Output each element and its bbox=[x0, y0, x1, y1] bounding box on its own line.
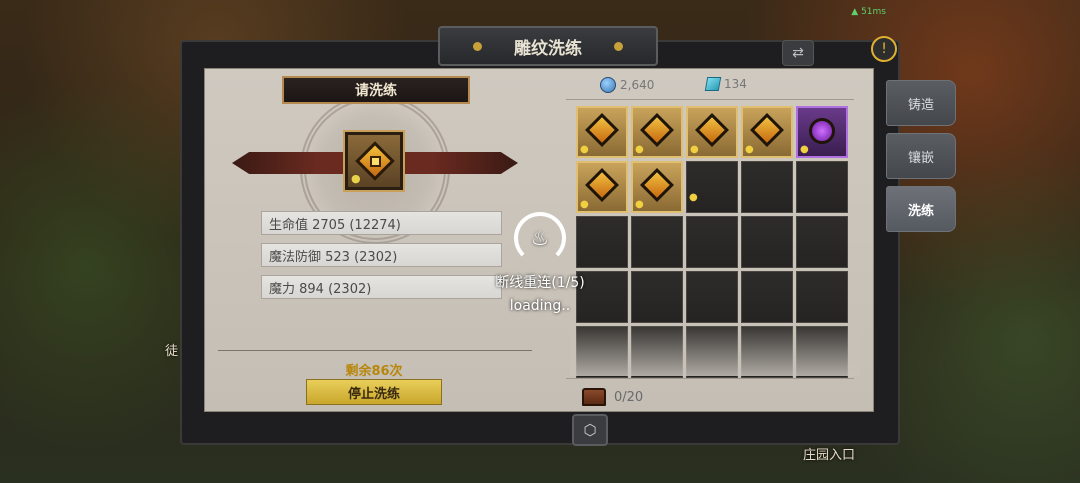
equipped-person-icon: ● bbox=[689, 192, 698, 203]
dialog-title-plate: 雕纹洗练 bbox=[438, 26, 658, 66]
inventory-slot[interactable] bbox=[796, 326, 848, 378]
inventory-slot[interactable] bbox=[686, 326, 738, 378]
equipped-person-icon: ● bbox=[635, 199, 644, 210]
inventory-slot[interactable]: ● bbox=[796, 106, 848, 158]
stat-row-magic-defense: 魔法防御 523 (2302) bbox=[261, 243, 502, 267]
gold-gem-icon bbox=[640, 168, 674, 202]
ping-value: 51ms bbox=[861, 7, 886, 17]
coin-balance: 2,640 bbox=[600, 77, 654, 93]
inventory-slot[interactable] bbox=[686, 271, 738, 323]
inventory-slot[interactable] bbox=[796, 216, 848, 268]
stat-row-magic-power: 魔力 894 (2302) bbox=[261, 275, 502, 299]
gold-gem-icon bbox=[750, 113, 784, 147]
inventory-top-divider bbox=[566, 99, 854, 100]
bag-capacity-text: 0/20 bbox=[614, 389, 644, 405]
inventory-slot[interactable] bbox=[631, 271, 683, 323]
inventory-slot[interactable] bbox=[741, 271, 793, 323]
left-divider bbox=[218, 350, 532, 351]
equipped-person-icon: ● bbox=[800, 144, 809, 155]
title-ornament-left bbox=[473, 41, 482, 51]
inventory-slot[interactable] bbox=[741, 161, 793, 213]
inventory-slot[interactable]: ● bbox=[631, 161, 683, 213]
gold-gem-icon bbox=[695, 113, 729, 147]
crystal-balance: 134 bbox=[704, 77, 747, 91]
equipped-person-icon: ● bbox=[745, 144, 754, 155]
inventory-slot[interactable] bbox=[741, 326, 793, 378]
side-tab-list: 铸造 镶嵌 洗练 bbox=[886, 80, 956, 239]
title-ornament-right bbox=[614, 41, 623, 51]
purple-gem-icon bbox=[809, 118, 835, 144]
tab-refine[interactable]: 洗练 bbox=[886, 186, 956, 232]
chest-icon bbox=[582, 388, 606, 406]
gold-gem-icon bbox=[640, 113, 674, 147]
stat-row-hp: 生命值 2705 (12274) bbox=[261, 211, 502, 235]
inventory-slot[interactable]: ● bbox=[741, 106, 793, 158]
equipped-person-icon: ● bbox=[635, 144, 644, 155]
gold-gem-icon bbox=[585, 168, 619, 202]
crystal-amount: 134 bbox=[724, 77, 747, 91]
tab-forge[interactable]: 铸造 bbox=[886, 80, 956, 126]
loading-spinner-icon: ♨ bbox=[514, 212, 566, 264]
inventory-slot[interactable]: ● bbox=[576, 106, 628, 158]
stop-refine-button[interactable]: 停止洗练 bbox=[306, 379, 442, 405]
gold-gem-icon bbox=[585, 113, 619, 147]
loading-text: loading.. bbox=[509, 298, 571, 314]
inventory-grid: ● ● ● ● ● ● ● ● bbox=[576, 106, 848, 378]
bag-capacity: 0/20 bbox=[582, 388, 643, 406]
gem-core-icon bbox=[370, 156, 381, 167]
coin-amount: 2,640 bbox=[620, 78, 655, 92]
refine-prompt-banner: 请洗练 bbox=[282, 76, 470, 104]
help-icon[interactable]: ! bbox=[871, 36, 897, 62]
inventory-slot[interactable]: ● bbox=[576, 161, 628, 213]
crystal-icon bbox=[704, 77, 722, 91]
equipped-person-icon: ● bbox=[580, 144, 589, 155]
equipped-person-icon: ● bbox=[690, 144, 699, 155]
inventory-slot[interactable]: ● bbox=[631, 106, 683, 158]
reconnect-status: 断线重连(1/5) bbox=[495, 275, 585, 291]
inventory-bottom-divider bbox=[566, 378, 854, 379]
inventory-slot[interactable] bbox=[576, 326, 628, 378]
dialog-title: 雕纹洗练 bbox=[514, 38, 582, 59]
estate-entrance-label[interactable]: 庄园入口 bbox=[803, 444, 855, 463]
equipped-person-icon: ● bbox=[351, 172, 361, 185]
shield-icon[interactable]: ⬡ bbox=[572, 414, 608, 446]
inventory-slot[interactable] bbox=[631, 326, 683, 378]
remaining-count: 剩余86次 bbox=[345, 364, 403, 379]
inventory-slot[interactable] bbox=[796, 161, 848, 213]
coin-icon bbox=[600, 77, 616, 93]
inventory-slot[interactable]: ● bbox=[686, 161, 738, 213]
equipped-person-icon: ● bbox=[580, 199, 589, 210]
switch-icon[interactable]: ⇄ bbox=[782, 40, 814, 66]
network-status: ▲ 51ms bbox=[851, 7, 886, 17]
world-label-left: 徒 bbox=[165, 344, 179, 359]
inventory-slot[interactable] bbox=[796, 271, 848, 323]
inventory-slot[interactable] bbox=[741, 216, 793, 268]
inventory-slot[interactable]: ● bbox=[686, 106, 738, 158]
tab-inlay[interactable]: 镶嵌 bbox=[886, 133, 956, 179]
selected-item-slot[interactable]: ● bbox=[343, 130, 405, 192]
reconnect-overlay: ♨ 断线重连(1/5) loading.. bbox=[480, 212, 600, 322]
inventory-slot[interactable] bbox=[686, 216, 738, 268]
inventory-slot[interactable] bbox=[631, 216, 683, 268]
